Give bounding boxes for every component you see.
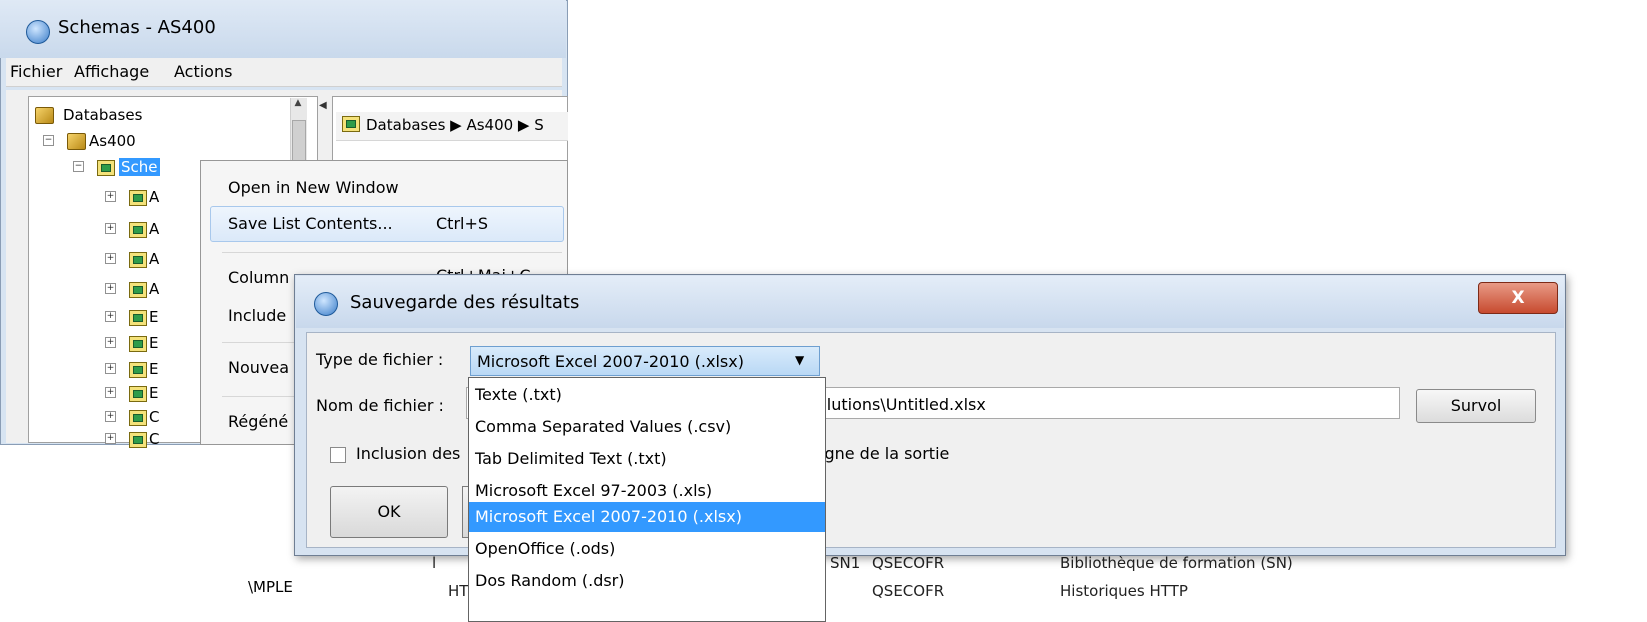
app-icon [314,292,338,316]
menu-actions[interactable]: Actions [174,62,232,81]
menu-item-new[interactable]: Nouvea [228,358,289,377]
collapse-icon[interactable]: − [43,135,54,146]
file-type-value: Microsoft Excel 2007-2010 (.xlsx) [477,352,744,371]
tree-label: E [149,384,159,402]
schema-folder-icon [129,190,147,206]
menu-shortcut: Ctrl+S [436,214,489,233]
schema-folder-icon [129,432,147,448]
dropdown-option-xlsx[interactable]: Microsoft Excel 2007-2010 (.xlsx) [469,502,825,532]
file-name-label: Nom de fichier : [316,396,444,415]
expand-icon[interactable]: + [105,337,116,348]
tree-label: As400 [89,132,136,150]
scroll-thumb[interactable] [292,120,306,162]
menu-item-include[interactable]: Include [228,306,286,325]
tree-label: Databases [63,106,143,124]
scroll-up-arrow-icon[interactable]: ▲ [290,98,306,114]
tree-label: A [149,220,160,238]
tree-label: E [149,334,159,352]
table-cell: QSECOFR [872,554,945,572]
expand-icon[interactable]: + [105,253,116,264]
menu-item-columns[interactable]: Column [228,268,289,287]
expand-icon[interactable]: + [105,433,116,444]
schemas-window-titlebar[interactable]: Schemas - AS400 [0,0,566,58]
schema-folder-icon [97,160,115,176]
close-button[interactable]: X [1478,282,1558,314]
tree-label: A [149,188,160,206]
file-type-dropdown-list: Texte (.txt) Comma Separated Values (.cs… [468,377,826,622]
expand-icon[interactable]: + [105,387,116,398]
menu-bar: Fichier Affichage Actions [6,58,562,87]
background-tree-label: \MPLE [248,578,293,596]
app-icon [26,20,50,44]
window-title: Schemas - AS400 [58,17,216,38]
file-type-label: Type de fichier : [316,350,444,369]
expand-icon[interactable]: + [105,223,116,234]
menu-item-open-new-window[interactable]: Open in New Window [228,178,399,197]
table-cell: Historiques HTTP [1060,582,1188,600]
schema-folder-icon [129,310,147,326]
expand-icon[interactable]: + [105,411,116,422]
schema-folder-icon [129,336,147,352]
menu-affichage[interactable]: Affichage [74,62,149,81]
databases-icon [35,107,54,124]
table-cell: QSECOFR [872,582,945,600]
tree-label: E [149,308,159,326]
browse-button[interactable]: Survol [1416,389,1536,423]
dropdown-option-ods[interactable]: OpenOffice (.ods) [469,534,825,564]
tree-label: Sche [119,158,160,176]
dropdown-option-dsr[interactable]: Dos Random (.dsr) [469,566,825,596]
table-cell: SN1 [830,554,861,572]
database-icon [67,133,86,150]
file-type-select[interactable]: Microsoft Excel 2007-2010 (.xlsx) ▼ [470,346,820,376]
schema-folder-icon [129,386,147,402]
schema-folder-icon [129,222,147,238]
expand-icon[interactable]: + [105,191,116,202]
ok-button[interactable]: OK [330,486,448,538]
table-cell: Bibliothèque de formation (SN) [1060,554,1293,572]
dropdown-arrow-icon: ▼ [795,353,805,367]
include-label: Inclusion des [356,444,461,463]
include-label-end: igne de la sortie [820,444,950,463]
tree-label: A [149,250,160,268]
collapse-pane-arrow-icon[interactable]: ◀ [319,100,327,111]
breadcrumb: Databases ▶ As400 ▶ S [336,112,568,141]
schema-folder-icon [129,282,147,298]
file-name-value: olutions\Untitled.xlsx [817,395,986,414]
dropdown-option-txt[interactable]: Texte (.txt) [469,380,825,410]
expand-icon[interactable]: + [105,283,116,294]
menu-separator [222,252,562,253]
table-cell: l [432,554,437,572]
tree-label: A [149,280,160,298]
expand-icon[interactable]: + [105,311,116,322]
breadcrumb-text[interactable]: Databases ▶ As400 ▶ S [366,116,544,134]
tree-label: E [149,360,159,378]
dropdown-option-csv[interactable]: Comma Separated Values (.csv) [469,412,825,442]
schema-folder-icon [129,252,147,268]
expand-icon[interactable]: + [105,363,116,374]
schema-folder-icon [129,362,147,378]
schema-folder-icon [129,410,147,426]
dropdown-option-tab[interactable]: Tab Delimited Text (.txt) [469,444,825,474]
include-checkbox[interactable] [330,447,346,463]
menu-fichier[interactable]: Fichier [10,62,62,81]
tree-label: C [149,408,160,426]
table-cell: HT [448,582,469,600]
schema-folder-icon [342,116,360,132]
menu-item-save-list-contents[interactable]: Save List Contents... [228,214,393,233]
dialog-title: Sauvegarde des résultats [350,292,580,313]
collapse-icon[interactable]: − [73,161,84,172]
tree-label: C [149,430,160,448]
menu-item-regenerate[interactable]: Régéné [228,412,288,431]
